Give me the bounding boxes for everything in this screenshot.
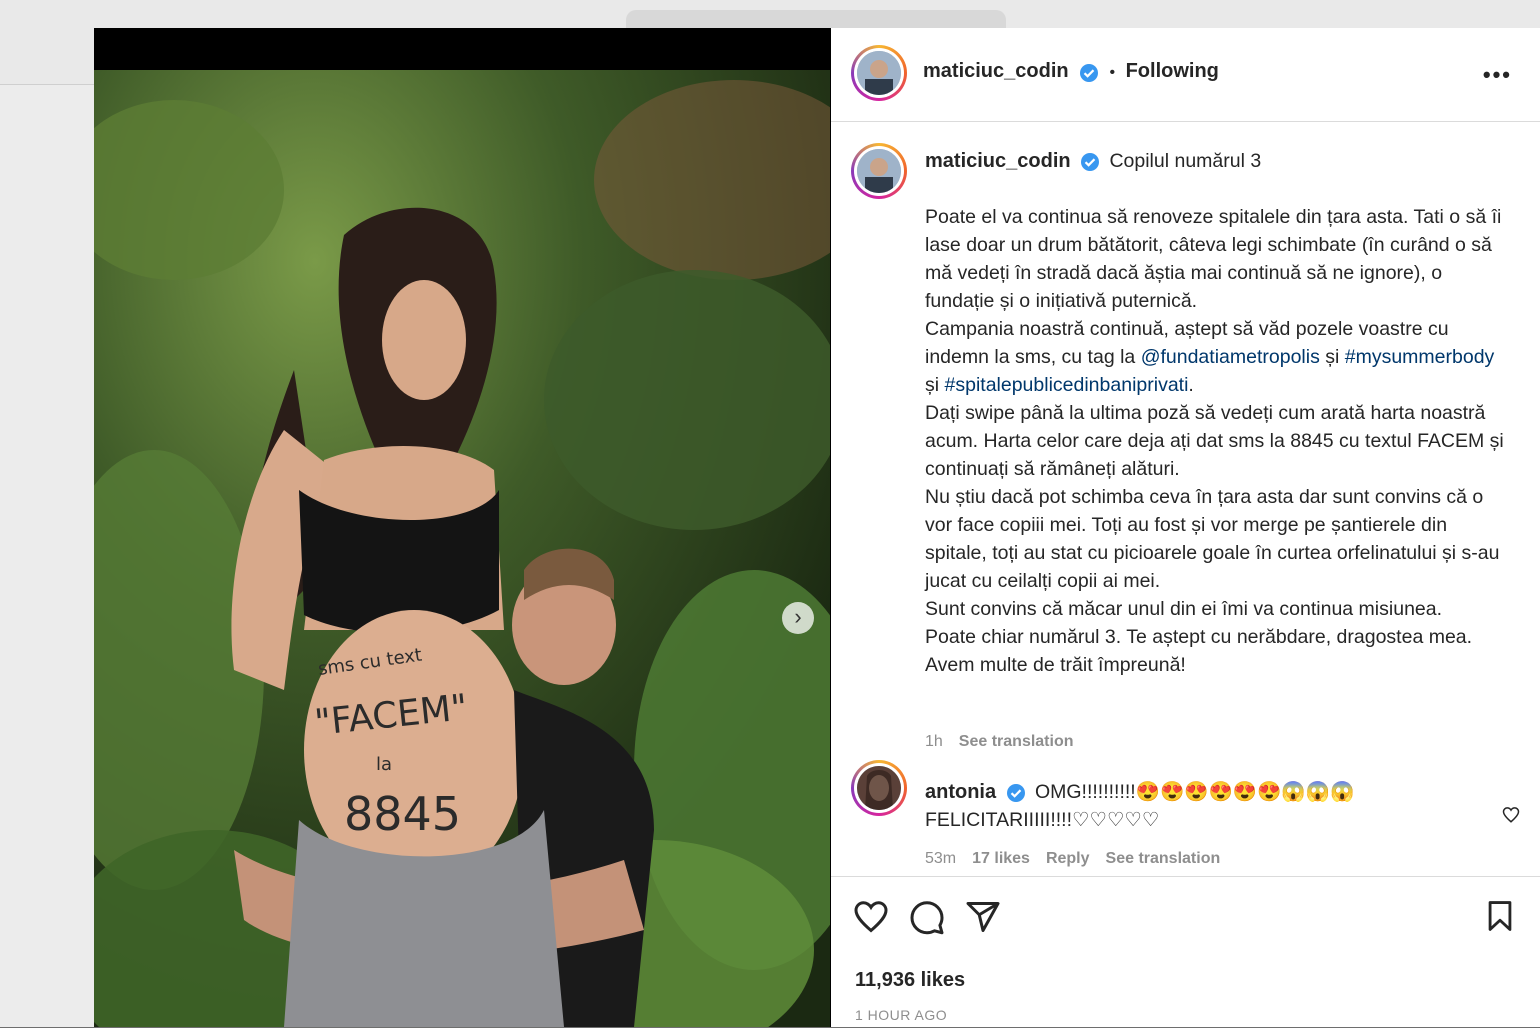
caption-text: maticiuc_codin Copilul numărul 3 Poate e… [925,147,1505,679]
caption-section: maticiuc_codin Copilul numărul 3 Poate e… [831,121,1540,871]
post-panel: maticiuc_codin • Following ••• maticiuc_… [831,28,1540,1027]
share-send-icon[interactable] [965,899,1001,935]
mention-link[interactable]: @fundatiametropolis [1141,346,1320,368]
caption-paragraph-6: Poate chiar numărul 3. Te aștept cu neră… [925,626,1473,648]
caption-meta: 1h See translation [925,733,1074,751]
hashtag-link-spitale[interactable]: #spitalepublicedinbaniprivati [945,374,1189,396]
comment-reply-button[interactable]: Reply [1046,850,1090,867]
caption-paragraph-2: Campania noastră continuă, aștept să văd… [925,315,1505,399]
header-username[interactable]: maticiuc_codin [923,60,1069,82]
comment-see-translation[interactable]: See translation [1106,850,1221,867]
caption-paragraph-3: Dați swipe până la ultima poză să vedeți… [925,402,1504,480]
photo-illustration: sms cu text "FACEM" la 8845 [94,70,830,1027]
post-modal: sms cu text "FACEM" la 8845 › maticiuc_c… [94,28,1540,1027]
comment-bubble-icon[interactable] [909,899,945,935]
caption-see-translation[interactable]: See translation [959,733,1074,750]
verified-badge-icon [1081,152,1100,171]
comment-body-line1: OMG!!!!!!!!!!😍😍😍😍😍😍😱😱😱 [1034,781,1355,803]
likes-count[interactable]: 11,936 likes [855,969,965,992]
caption-avatar[interactable] [851,143,907,199]
caption-paragraph-1: Poate el va continua să renoveze spitale… [925,206,1502,312]
comment-likes[interactable]: 17 likes [972,850,1030,867]
verified-badge-icon [1006,783,1025,802]
caption-paragraph-4: Nu știu dacă pot schimba ceva în țara as… [925,486,1500,592]
comment-like-heart-icon[interactable] [1502,806,1520,824]
post-image: sms cu text "FACEM" la 8845 › [94,70,830,1027]
comment-text: antonia OMG!!!!!!!!!!😍😍😍😍😍😍😱😱😱 FELICITAR… [925,778,1485,834]
following-button[interactable]: Following [1126,60,1219,82]
caption-title: Copilul numărul 3 [1109,150,1262,172]
caption-username[interactable]: maticiuc_codin [925,150,1071,172]
like-heart-icon[interactable] [853,899,889,935]
comment-time: 53m [925,850,957,867]
belly-text-3: la [376,754,392,775]
comment-body-line2: FELICITARIIIII!!!!♡♡♡♡♡ [925,809,1160,831]
comment-meta: 53m 17 likes Reply See translation [925,850,1220,868]
belly-text-4: 8845 [344,787,461,841]
post-time: 1 HOUR AGO [855,1007,948,1023]
save-bookmark-icon[interactable] [1483,899,1517,933]
more-options-icon[interactable]: ••• [1483,62,1512,88]
caption-paragraph-5: Sunt convins că măcar unul din ei îmi va… [925,598,1443,620]
caption-time: 1h [925,733,943,750]
post-actions: 11,936 likes 1 HOUR AGO [831,876,1540,1028]
comment-avatar[interactable] [851,760,907,816]
author-avatar[interactable] [851,45,907,101]
caption-p2-end: . [1188,374,1194,396]
header-separator: • [1109,64,1116,81]
verified-badge-icon [1080,63,1099,82]
carousel-next-button[interactable]: › [782,602,814,634]
caption-paragraph-7: Avem multe de trăit împreună! [925,654,1186,676]
caption-p2-and-2: și [925,374,945,396]
comment-username[interactable]: antonia [925,781,996,803]
hashtag-link-mysummerbody[interactable]: #mysummerbody [1345,346,1495,368]
chevron-right-icon: › [794,604,802,629]
caption-p2-and: și [1319,346,1345,368]
post-header: maticiuc_codin • Following ••• [831,28,1540,122]
